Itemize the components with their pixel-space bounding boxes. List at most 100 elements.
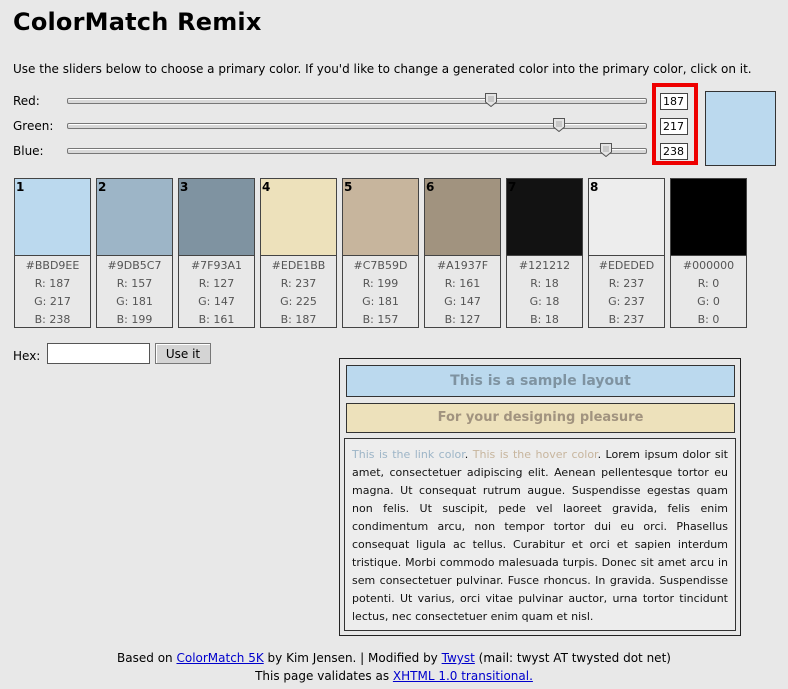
intro-text: Use the sliders below to choose a primar… — [13, 62, 752, 76]
use-it-button[interactable]: Use it — [155, 343, 211, 364]
xhtml-link[interactable]: XHTML 1.0 transitional. — [393, 669, 533, 683]
sample-hover-text: This is the hover color — [472, 448, 598, 461]
swatch-info: #000000 R: 0 G: 0 B: 0 — [671, 256, 746, 329]
footer-line-2: This page validates as XHTML 1.0 transit… — [0, 669, 788, 683]
swatch-color-chip[interactable]: 2 — [97, 179, 172, 256]
swatch-b-value: B: 238 — [34, 313, 71, 326]
swatch-color-chip[interactable]: 1 — [15, 179, 90, 256]
swatch-b-value: B: 127 — [444, 313, 481, 326]
color-swatch[interactable]: 7 #121212 R: 18 G: 18 B: 18 — [506, 178, 583, 328]
swatch-b-value: B: 161 — [198, 313, 235, 326]
red-slider-track[interactable] — [67, 98, 647, 104]
swatch-g-value: G: 18 — [529, 295, 560, 308]
color-swatch[interactable]: #000000 R: 0 G: 0 B: 0 — [670, 178, 747, 328]
swatch-r-value: R: 18 — [530, 277, 559, 290]
swatch-r-value: R: 237 — [280, 277, 317, 290]
swatch-number: 3 — [180, 180, 189, 194]
blue-slider-thumb[interactable] — [600, 143, 613, 157]
hex-label: Hex: — [13, 349, 41, 363]
colormatch-link[interactable]: ColorMatch 5K — [176, 651, 263, 665]
color-swatch[interactable]: 2 #9DB5C7 R: 157 G: 181 B: 199 — [96, 178, 173, 328]
color-swatch[interactable]: 3 #7F93A1 R: 127 G: 147 B: 161 — [178, 178, 255, 328]
color-swatch[interactable]: 8 #EDEDED R: 237 G: 237 B: 237 — [588, 178, 665, 328]
swatch-b-value: B: 157 — [362, 313, 399, 326]
swatch-hex-value: #BBD9EE — [25, 259, 80, 272]
sample-sep-1: . — [464, 448, 473, 461]
swatch-r-value: R: 161 — [444, 277, 481, 290]
swatch-g-value: G: 237 — [608, 295, 645, 308]
swatch-color-chip[interactable]: 8 — [589, 179, 664, 256]
swatch-info: #A1937F R: 161 G: 147 B: 127 — [425, 256, 500, 329]
green-label: Green: — [13, 119, 54, 133]
sample-sep-2: . — [597, 448, 606, 461]
swatch-number: 4 — [262, 180, 271, 194]
swatch-b-value: B: 237 — [608, 313, 645, 326]
hex-input[interactable] — [47, 343, 150, 364]
color-swatch[interactable]: 6 #A1937F R: 161 G: 147 B: 127 — [424, 178, 501, 328]
footer-line-1: Based on ColorMatch 5K by Kim Jensen. | … — [0, 651, 788, 665]
swatch-hex-value: #000000 — [682, 259, 735, 272]
swatch-r-value: R: 157 — [116, 277, 153, 290]
swatch-number: 5 — [344, 180, 353, 194]
swatch-g-value: G: 181 — [116, 295, 153, 308]
swatch-r-value: R: 0 — [697, 277, 720, 290]
swatch-number: 2 — [98, 180, 107, 194]
swatch-g-value: G: 225 — [280, 295, 317, 308]
swatch-g-value: G: 217 — [34, 295, 71, 308]
swatch-hex-value: #9DB5C7 — [107, 259, 162, 272]
footer-by-kim: by Kim Jensen. | Modified by — [263, 651, 442, 665]
sample-subheading: For your designing pleasure — [346, 403, 735, 433]
swatch-number: 7 — [508, 180, 517, 194]
swatch-b-value: B: 199 — [116, 313, 153, 326]
swatch-r-value: R: 187 — [34, 277, 71, 290]
red-slider-thumb[interactable] — [484, 93, 497, 107]
sample-body: This is the link color. This is the hove… — [344, 438, 736, 631]
footer-mail: (mail: twyst AT twysted dot net) — [474, 651, 671, 665]
swatch-hex-value: #A1937F — [436, 259, 489, 272]
swatch-info: #EDEDED R: 237 G: 237 B: 237 — [589, 256, 664, 329]
swatch-color-chip[interactable] — [671, 179, 746, 256]
page-title: ColorMatch Remix — [13, 8, 262, 36]
primary-color-preview — [705, 91, 776, 166]
color-swatch[interactable]: 5 #C7B59D R: 199 G: 181 B: 157 — [342, 178, 419, 328]
swatch-info: #7F93A1 R: 127 G: 147 B: 161 — [179, 256, 254, 329]
swatch-number: 8 — [590, 180, 599, 194]
sample-layout: This is a sample layout For your designi… — [339, 358, 741, 636]
sample-link-text[interactable]: This is the link color — [352, 448, 465, 461]
twyst-link[interactable]: Twyst — [442, 651, 475, 665]
swatch-r-value: R: 199 — [362, 277, 399, 290]
swatch-b-value: B: 0 — [697, 313, 720, 326]
blue-slider-track[interactable] — [67, 148, 647, 154]
footer-based-on: Based on — [117, 651, 177, 665]
swatch-g-value: G: 181 — [362, 295, 399, 308]
swatch-g-value: G: 147 — [444, 295, 481, 308]
swatch-r-value: R: 127 — [198, 277, 235, 290]
swatch-color-chip[interactable]: 5 — [343, 179, 418, 256]
sample-heading: This is a sample layout — [346, 365, 735, 397]
swatch-info: #9DB5C7 R: 157 G: 181 B: 199 — [97, 256, 172, 329]
swatch-hex-value: #7F93A1 — [190, 259, 243, 272]
swatch-info: #EDE1BB R: 237 G: 225 B: 187 — [261, 256, 336, 329]
swatch-hex-value: #C7B59D — [353, 259, 408, 272]
swatch-b-value: B: 18 — [530, 313, 559, 326]
value-highlight-box — [652, 83, 698, 165]
swatch-info: #121212 R: 18 G: 18 B: 18 — [507, 256, 582, 329]
red-label: Red: — [13, 94, 40, 108]
swatch-b-value: B: 187 — [280, 313, 317, 326]
swatch-g-value: G: 147 — [198, 295, 235, 308]
swatch-color-chip[interactable]: 4 — [261, 179, 336, 256]
swatch-number: 1 — [16, 180, 25, 194]
swatch-color-chip[interactable]: 3 — [179, 179, 254, 256]
swatch-g-value: G: 0 — [697, 295, 720, 308]
swatch-info: #C7B59D R: 199 G: 181 B: 157 — [343, 256, 418, 329]
color-swatch[interactable]: 4 #EDE1BB R: 237 G: 225 B: 187 — [260, 178, 337, 328]
color-swatch[interactable]: 1 #BBD9EE R: 187 G: 217 B: 238 — [14, 178, 91, 328]
sample-lorem-text: Lorem ipsum dolor sit amet, consectetuer… — [352, 448, 728, 623]
swatch-color-chip[interactable]: 6 — [425, 179, 500, 256]
swatch-hex-value: #121212 — [518, 259, 571, 272]
swatch-hex-value: #EDE1BB — [271, 259, 326, 272]
blue-label: Blue: — [13, 144, 44, 158]
footer-validates: This page validates as — [255, 669, 393, 683]
green-slider-thumb[interactable] — [552, 118, 565, 132]
swatch-color-chip[interactable]: 7 — [507, 179, 582, 256]
